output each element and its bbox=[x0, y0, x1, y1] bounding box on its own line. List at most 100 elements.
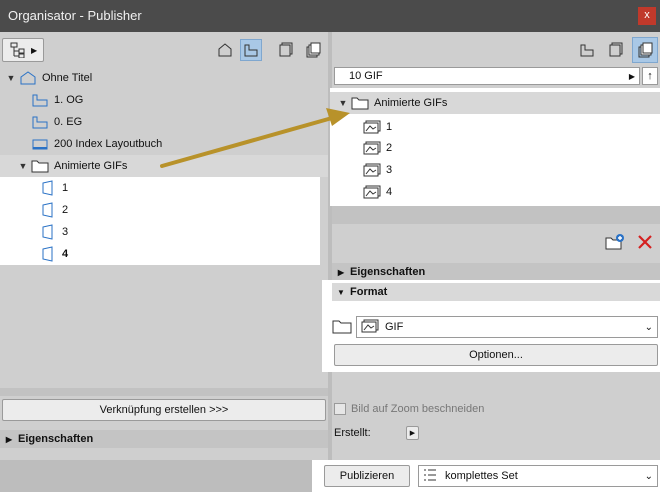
tree-item-gif[interactable]: 1 bbox=[362, 116, 642, 138]
view-icon bbox=[38, 180, 58, 196]
tree-item-story[interactable]: 0. EG bbox=[18, 111, 318, 133]
project-icon bbox=[18, 70, 38, 86]
format-section[interactable]: ▼ Format bbox=[332, 283, 660, 301]
gif-icon bbox=[362, 119, 382, 135]
tree-item-folder[interactable]: ▼ Animierte GIFs bbox=[0, 155, 328, 177]
new-folder-button[interactable] bbox=[604, 231, 626, 253]
publish-set-select[interactable]: komplettes Set ⌄ bbox=[418, 465, 658, 487]
publisher-sets-icon bbox=[638, 42, 653, 58]
view-icon bbox=[38, 202, 58, 218]
tree-item-story[interactable]: 1. OG bbox=[18, 89, 318, 111]
create-link-button[interactable]: Verknüpfung erstellen >>> bbox=[2, 399, 326, 421]
left-properties-section[interactable]: ▶ Eigenschaften bbox=[0, 430, 328, 448]
publisher-sets-button[interactable] bbox=[302, 39, 324, 61]
created-label: Erstellt: bbox=[334, 427, 371, 439]
tree-structure-icon bbox=[10, 42, 25, 58]
tree-item-label: 4 bbox=[386, 186, 393, 198]
tree-item-gif[interactable]: 3 bbox=[362, 159, 642, 181]
crop-label: Bild auf Zoom beschneiden bbox=[351, 403, 485, 415]
window-title: Organisator - Publisher bbox=[8, 8, 142, 23]
separator bbox=[332, 206, 660, 224]
chevron-down-icon: ⌄ bbox=[644, 470, 653, 482]
gif-icon bbox=[362, 140, 382, 156]
list-icon bbox=[423, 468, 437, 485]
tree-item-label: Ohne Titel bbox=[42, 72, 93, 84]
view-map-button[interactable] bbox=[240, 39, 262, 61]
tree-item-view[interactable]: 3 bbox=[38, 221, 318, 243]
tree-item-gif[interactable]: 2 bbox=[362, 137, 642, 159]
tree-item-label: 3 bbox=[62, 226, 69, 238]
view-icon bbox=[38, 224, 58, 240]
project-map-button[interactable] bbox=[214, 39, 236, 61]
submenu-arrow-icon: ▶ bbox=[628, 71, 635, 81]
submenu-arrow-icon: ▶ bbox=[31, 45, 38, 55]
layout-book-button[interactable] bbox=[604, 39, 626, 61]
gif-icon bbox=[361, 319, 379, 336]
tree-item-gif[interactable]: 4 bbox=[362, 181, 642, 203]
tree-item-view[interactable]: 4 bbox=[38, 243, 318, 265]
play-icon: ▶ bbox=[409, 430, 416, 437]
up-level-button[interactable]: ↑ bbox=[642, 67, 658, 85]
tree-item-view[interactable]: 2 bbox=[38, 199, 318, 221]
publish-button[interactable]: Publizieren bbox=[324, 465, 410, 487]
expand-arrow-icon: ▼ bbox=[337, 287, 345, 297]
select-value: komplettes Set bbox=[445, 470, 518, 482]
layout-book-icon bbox=[279, 42, 293, 57]
tree-item-label: 4 bbox=[62, 248, 69, 260]
folder-icon bbox=[332, 318, 352, 337]
expand-arrow-icon: ▶ bbox=[5, 434, 13, 444]
tree-item-project[interactable]: ▼ Ohne Titel bbox=[4, 67, 324, 89]
tree-item-label: Animierte GIFs bbox=[374, 97, 448, 109]
view-map-icon bbox=[244, 44, 258, 57]
story-icon bbox=[30, 114, 50, 130]
section-label: Format bbox=[350, 286, 388, 298]
delete-button[interactable] bbox=[634, 231, 656, 253]
tree-item-label: 1 bbox=[62, 182, 69, 194]
delete-icon bbox=[638, 235, 652, 249]
house-icon bbox=[218, 43, 232, 57]
created-expand-button[interactable]: ▶ bbox=[406, 426, 419, 440]
title-bar: Organisator - Publisher x bbox=[0, 0, 660, 32]
tree-item-label: 200 Index Layoutbuch bbox=[54, 138, 163, 150]
story-icon bbox=[30, 92, 50, 108]
layout-book-button[interactable] bbox=[274, 39, 296, 61]
publisher-sets-button[interactable] bbox=[632, 37, 658, 63]
tree-item-label: 1 bbox=[386, 121, 393, 133]
tree-item-label: 2 bbox=[62, 204, 69, 216]
layoutbook-icon bbox=[30, 136, 50, 152]
tree-item-folder[interactable]: ▼ Animierte GIFs bbox=[330, 92, 660, 114]
chevron-down-icon: ⌄ bbox=[644, 321, 653, 333]
up-arrow-icon: ↑ bbox=[647, 70, 653, 82]
tree-item-layoutbook[interactable]: 200 Index Layoutbuch bbox=[18, 133, 318, 155]
view-icon bbox=[38, 246, 58, 262]
crop-checkbox[interactable] bbox=[334, 403, 346, 415]
separator bbox=[0, 388, 328, 396]
new-folder-icon bbox=[605, 234, 624, 250]
right-properties-section[interactable]: ▶ Eigenschaften bbox=[332, 263, 660, 281]
publisher-set-select[interactable]: 10 GIF ▶ bbox=[334, 67, 640, 85]
tree-item-label: Animierte GIFs bbox=[54, 160, 128, 172]
expand-arrow-icon: ▶ bbox=[337, 267, 345, 277]
folder-icon bbox=[350, 95, 370, 111]
tree-menu-button[interactable]: ▶ bbox=[2, 38, 44, 62]
tree-item-label: 2 bbox=[386, 142, 393, 154]
gif-icon bbox=[362, 162, 382, 178]
tree-item-label: 0. EG bbox=[54, 116, 83, 128]
expand-arrow-icon[interactable]: ▼ bbox=[4, 73, 18, 83]
format-select[interactable]: GIF ⌄ bbox=[356, 316, 658, 338]
select-value: 10 GIF bbox=[349, 70, 383, 82]
gif-icon bbox=[362, 184, 382, 200]
layout-book-icon bbox=[609, 42, 623, 57]
tree-item-view[interactable]: 1 bbox=[38, 177, 318, 199]
view-map-button[interactable] bbox=[576, 39, 598, 61]
close-button[interactable]: x bbox=[638, 7, 656, 25]
expand-arrow-icon[interactable]: ▼ bbox=[16, 161, 30, 171]
options-button[interactable]: Optionen... bbox=[334, 344, 658, 366]
folder-icon bbox=[30, 158, 50, 174]
tree-item-label: 3 bbox=[386, 164, 393, 176]
select-value: GIF bbox=[385, 321, 404, 333]
publisher-sets-icon bbox=[306, 42, 321, 58]
tree-item-label: 1. OG bbox=[54, 94, 84, 106]
section-label: Eigenschaften bbox=[18, 433, 94, 445]
expand-arrow-icon[interactable]: ▼ bbox=[336, 98, 350, 108]
